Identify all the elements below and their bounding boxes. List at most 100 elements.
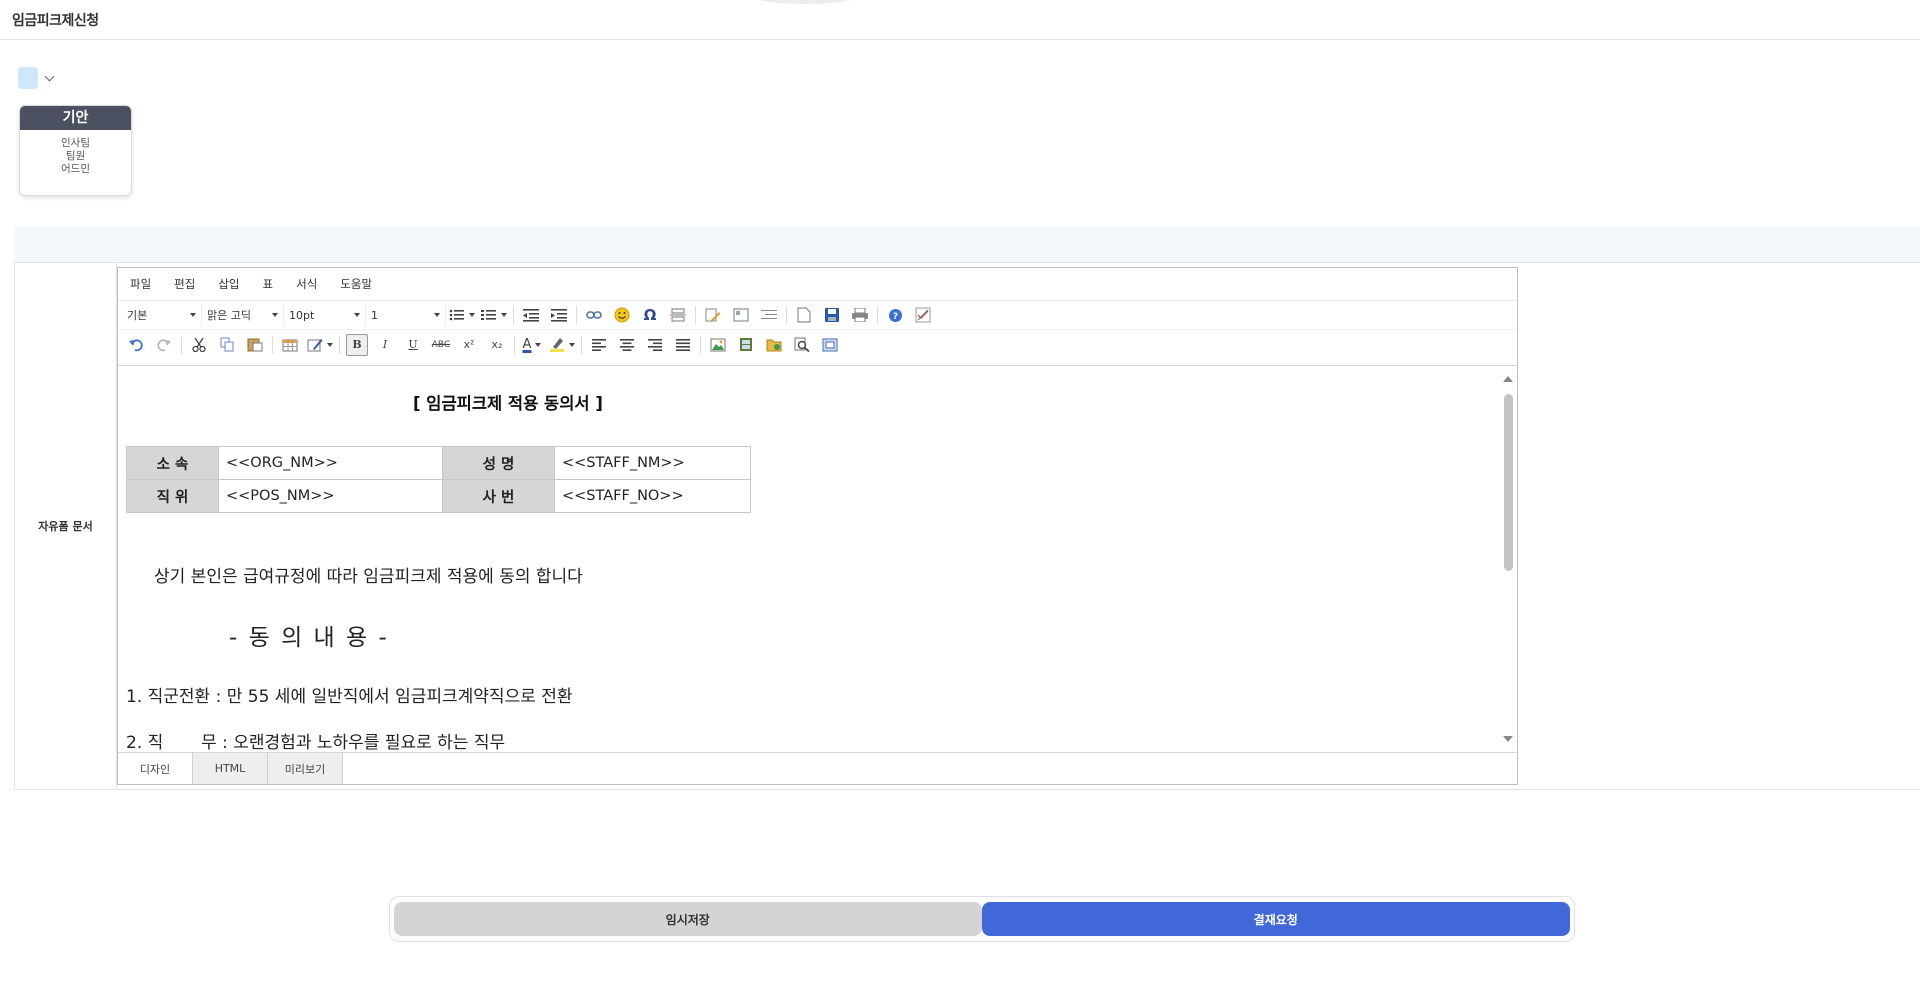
org-label: 소 속 xyxy=(126,446,219,480)
toolbar-row-2: B I U ABC x² x₂ A xyxy=(118,330,1517,359)
link-icon xyxy=(586,311,602,319)
insert-table-button[interactable] xyxy=(279,334,301,356)
approval-position: 팀원 xyxy=(65,150,86,162)
new-document-button[interactable] xyxy=(793,304,815,326)
caret-down-icon xyxy=(272,313,278,317)
scissors-icon xyxy=(192,337,206,352)
tab-preview[interactable]: 미리보기 xyxy=(268,753,343,784)
highlight-color-button[interactable] xyxy=(549,334,575,356)
menu-help[interactable]: 도움말 xyxy=(340,276,372,292)
printer-icon xyxy=(852,308,868,322)
table-row: 소 속 <<ORG_NM>> 성 명 <<STAFF_NM>> xyxy=(126,446,751,480)
help-button[interactable]: ? xyxy=(884,304,906,326)
edit-image-icon xyxy=(307,339,323,352)
document-scrollbar[interactable] xyxy=(1499,366,1517,752)
scroll-up-icon[interactable] xyxy=(1503,376,1513,382)
indent-button[interactable] xyxy=(548,304,570,326)
consent-item-1: 1. 직군전환 : 만 55 세에 일반직에서 임금피크계약직으로 전환 xyxy=(126,687,573,707)
strikethrough-button[interactable]: ABC xyxy=(430,334,452,356)
title-divider xyxy=(0,39,1920,40)
staff-no-value: <<STAFF_NO>> xyxy=(554,479,751,513)
image-icon xyxy=(710,338,726,352)
page-break-button[interactable] xyxy=(667,304,689,326)
align-justify-button[interactable] xyxy=(672,334,694,356)
table-row: 직 위 <<POS_NM>> 사 번 <<STAFF_NO>> xyxy=(126,479,751,513)
approval-dept: 인사팀 xyxy=(61,137,90,149)
style-select[interactable]: 기본 xyxy=(122,304,202,326)
style-select-value: 기본 xyxy=(127,309,148,322)
document-content[interactable]: [ 임금피크제 적용 동의서 ] 소 속 <<ORG_NM>> 성 명 <<ST… xyxy=(126,366,1496,752)
app-root: 임금피크제신청 기안 인사팀 팀원 어드민 자유폼 문서 파일 편집 삽입 표 … xyxy=(0,0,1920,993)
bullet-list-icon xyxy=(449,309,464,321)
film-icon xyxy=(740,338,752,351)
submit-approval-button[interactable]: 결재요청 xyxy=(981,902,1570,936)
outdent-button[interactable] xyxy=(520,304,542,326)
fullscreen-icon xyxy=(822,338,838,351)
scroll-thumb[interactable] xyxy=(1504,394,1513,571)
menu-insert[interactable]: 삽입 xyxy=(218,276,239,292)
font-family-select[interactable]: 맑은 고딕 xyxy=(202,304,284,326)
approval-line-swatch xyxy=(18,67,38,89)
save-button[interactable] xyxy=(821,304,843,326)
redo-button[interactable] xyxy=(153,334,175,356)
insert-image-button[interactable] xyxy=(707,334,729,356)
fullscreen-button[interactable] xyxy=(819,334,841,356)
print-button[interactable] xyxy=(849,304,871,326)
approval-line-select[interactable] xyxy=(18,67,55,89)
top-decoration xyxy=(750,0,860,4)
align-center-button[interactable] xyxy=(616,334,638,356)
spellcheck-button[interactable] xyxy=(912,304,934,326)
align-left-button[interactable] xyxy=(588,334,610,356)
emoticon-button[interactable] xyxy=(611,304,633,326)
toolbar-separator xyxy=(700,335,701,354)
edit-html-button[interactable] xyxy=(702,304,724,326)
line-height-select[interactable]: 1 xyxy=(366,304,446,326)
menu-table[interactable]: 표 xyxy=(263,276,274,292)
menu-edit[interactable]: 편집 xyxy=(174,276,195,292)
bullet-list-button[interactable] xyxy=(449,304,475,326)
tab-html[interactable]: HTML xyxy=(193,753,268,784)
horizontal-rule-button[interactable] xyxy=(758,304,780,326)
table-icon xyxy=(282,339,298,352)
position-label: 직 위 xyxy=(126,479,219,513)
caret-down-icon xyxy=(469,313,475,317)
superscript-button[interactable]: x² xyxy=(458,334,480,356)
help-icon: ? xyxy=(888,308,902,322)
italic-button[interactable]: I xyxy=(374,334,396,356)
caret-down-icon xyxy=(535,342,542,347)
find-replace-button[interactable] xyxy=(791,334,813,356)
action-bar: 임시저장 결재요청 xyxy=(389,896,1575,942)
template-button[interactable] xyxy=(730,304,752,326)
bold-button[interactable]: B xyxy=(346,333,368,356)
align-right-button[interactable] xyxy=(644,334,666,356)
special-char-button[interactable]: Ω xyxy=(639,304,661,326)
caret-down-icon xyxy=(569,342,575,347)
cut-button[interactable] xyxy=(188,334,210,356)
toolbar-separator xyxy=(272,335,273,354)
font-color-button[interactable]: A xyxy=(521,334,543,356)
temp-save-button[interactable]: 임시저장 xyxy=(394,902,982,936)
numbered-list-button[interactable] xyxy=(481,304,507,326)
insert-file-button[interactable] xyxy=(763,334,785,356)
copy-button[interactable] xyxy=(216,334,238,356)
scroll-down-icon[interactable] xyxy=(1503,736,1513,742)
indent-icon xyxy=(551,309,567,322)
highlighter-icon xyxy=(550,338,564,352)
undo-button[interactable] xyxy=(125,334,147,356)
toolbar-row-1: 기본 맑은 고딕 10pt 1 Ω ? xyxy=(118,301,1517,330)
subscript-button[interactable]: x₂ xyxy=(486,334,508,356)
undo-icon xyxy=(129,339,143,351)
menu-file[interactable]: 파일 xyxy=(130,276,151,292)
link-button[interactable] xyxy=(583,304,605,326)
font-size-select[interactable]: 10pt xyxy=(284,304,366,326)
insert-media-button[interactable] xyxy=(735,334,757,356)
menu-format[interactable]: 서식 xyxy=(296,276,317,292)
align-justify-icon xyxy=(676,338,690,351)
underline-button[interactable]: U xyxy=(402,334,424,356)
edit-image-button[interactable] xyxy=(307,334,333,356)
editor-document-area[interactable]: [ 임금피크제 적용 동의서 ] 소 속 <<ORG_NM>> 성 명 <<ST… xyxy=(118,365,1517,752)
tab-design[interactable]: 디자인 xyxy=(118,753,193,784)
toolbar-separator xyxy=(695,306,696,324)
paste-button[interactable] xyxy=(244,334,266,356)
caret-down-icon xyxy=(190,313,196,317)
